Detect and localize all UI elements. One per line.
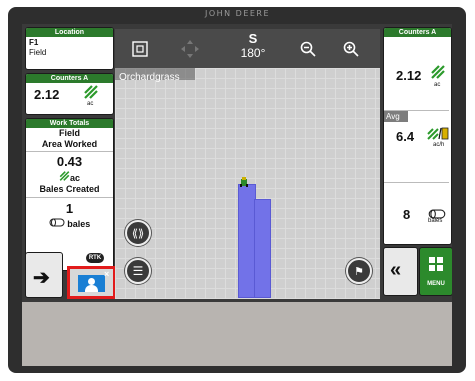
location-line2: Field bbox=[29, 48, 47, 57]
counters-header-right: Counters A bbox=[384, 28, 451, 37]
avg-label: Avg bbox=[384, 111, 408, 122]
pan-button[interactable] bbox=[173, 31, 207, 66]
area-worked-unit-row: ac bbox=[26, 171, 113, 184]
map-layers-button[interactable]: ☰ bbox=[125, 258, 151, 284]
bales-created-unit: bales bbox=[67, 219, 91, 229]
brand-label: JOHN DEERE bbox=[204, 9, 271, 18]
field-label: Orchardgrass bbox=[119, 72, 180, 83]
counters-header-left: Counters A bbox=[26, 74, 113, 83]
location-line1: F1 bbox=[29, 38, 39, 47]
zoom-out-button[interactable] bbox=[291, 31, 325, 66]
flag-button[interactable]: ⚑ bbox=[346, 258, 372, 284]
menu-grid-icon bbox=[429, 257, 443, 276]
area-worked-unit: ac bbox=[69, 173, 80, 183]
area-icon bbox=[59, 171, 70, 183]
bales-count-unit: bales bbox=[428, 218, 443, 224]
heading-letter: S bbox=[248, 31, 258, 46]
tractor-icon bbox=[240, 174, 248, 187]
zoom-in-icon bbox=[343, 41, 359, 57]
area-worked-value: 0.43 bbox=[56, 154, 83, 169]
avg-rate-unit: ac/h bbox=[433, 142, 445, 148]
guidance-center-button[interactable]: ⟪⟫ bbox=[125, 220, 151, 246]
zoom-in-button[interactable] bbox=[334, 31, 368, 66]
guidance-icon bbox=[78, 275, 105, 292]
menu-button[interactable]: MENU bbox=[419, 247, 452, 296]
heading-degrees: 180° bbox=[240, 46, 266, 60]
bales-created-label: Bales Created bbox=[39, 184, 100, 194]
work-totals-scope: Field bbox=[58, 128, 80, 138]
bales-created-value: 1 bbox=[65, 201, 74, 216]
work-totals-panel[interactable]: Work Totals Field Area Worked 0.43 ac Ba… bbox=[25, 118, 114, 271]
list-icon: ☰ bbox=[132, 264, 144, 278]
bales-count-row: 8 bales bbox=[384, 182, 449, 244]
bales-count-value: 8 bbox=[403, 207, 411, 222]
guidance-shortcut-button[interactable]: × bbox=[67, 266, 116, 299]
pan-arrows-icon bbox=[181, 39, 199, 58]
zoom-out-icon bbox=[300, 41, 316, 57]
counters-panel-left[interactable]: Counters A 2.12 ac bbox=[25, 73, 114, 115]
counters-value-left: 2.12 bbox=[34, 87, 60, 102]
next-page-button[interactable]: ➔ bbox=[25, 252, 63, 298]
bale-icon bbox=[49, 218, 65, 229]
counters-panel-right[interactable]: Counters A 2.12 ac Avg 6.4 ac/h 8 bales bbox=[383, 27, 452, 245]
map-view[interactable]: S 180° Orchardgrass ⟪⟫ ☰ ⚑ bbox=[115, 29, 380, 299]
rtk-badge: RTK bbox=[86, 253, 104, 263]
collapse-panel-button[interactable]: « bbox=[383, 247, 418, 296]
work-totals-header: Work Totals bbox=[26, 119, 113, 128]
map-view-toggle-button[interactable] bbox=[123, 31, 157, 66]
counters-area-value: 2.12 bbox=[396, 68, 422, 83]
display-screen: Location F1 Field Counters A 2.12 ac Wor… bbox=[22, 24, 452, 302]
display-lower-bezel bbox=[22, 302, 452, 366]
map-view-icon bbox=[132, 40, 148, 57]
guidance-lines-icon: ⟪⟫ bbox=[131, 227, 145, 240]
avg-rate-row: Avg 6.4 ac/h bbox=[384, 110, 449, 183]
flag-icon: ⚑ bbox=[354, 265, 364, 278]
area-worked-label: Area Worked bbox=[41, 139, 98, 149]
bales-unit-row: bales bbox=[26, 218, 113, 229]
location-header: Location bbox=[26, 28, 113, 37]
location-panel[interactable]: Location F1 Field bbox=[25, 27, 114, 70]
arrow-right-icon: ➔ bbox=[33, 267, 50, 289]
heading-indicator: S 180° bbox=[233, 31, 273, 61]
menu-label: MENU bbox=[427, 281, 445, 287]
counters-area-unit: ac bbox=[434, 82, 441, 88]
counters-unit-left: ac bbox=[87, 101, 94, 107]
avg-rate-value: 6.4 bbox=[396, 129, 415, 144]
coverage-pass bbox=[254, 199, 271, 298]
double-chevron-left-icon: « bbox=[390, 259, 402, 281]
close-icon: × bbox=[104, 269, 110, 279]
